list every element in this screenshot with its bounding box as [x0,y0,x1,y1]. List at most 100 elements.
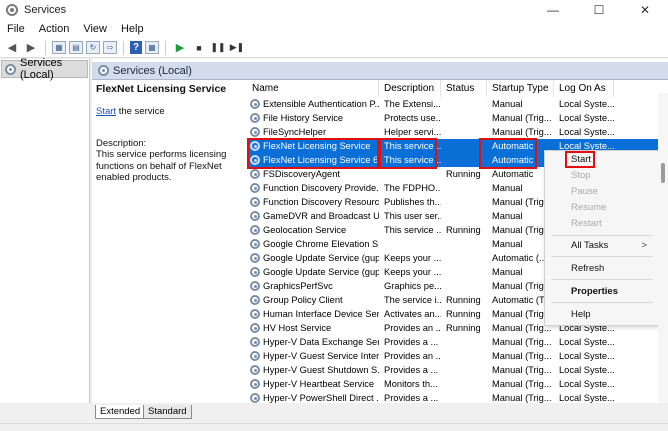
tree-item-label: Services (Local) [20,57,63,81]
back-arrow-icon[interactable]: ◀ [4,40,20,56]
service-gear-icon [250,141,260,151]
cell-text: Activates an... [384,309,441,319]
cell-text: Manual [492,211,523,221]
tab-extended[interactable]: Extended [95,405,146,419]
ctx-refresh[interactable]: Refresh [545,261,659,277]
ctx-help[interactable]: Help [545,307,659,323]
table-row[interactable]: Hyper-V Guest Shutdown S... Provides a ..… [247,363,668,377]
table-row[interactable]: Hyper-V Guest Service Inter... Provides a… [247,349,668,363]
restart-service-icon[interactable]: ▶❚ [229,40,245,56]
cell-text: The Extensi... [384,99,441,109]
cell-name: HV Host Service [247,321,379,335]
cell-name: Hyper-V Guest Service Inter... [247,349,379,363]
cell-text: Local Syste... [559,393,614,403]
cell-status [441,279,487,293]
cell-name: Google Chrome Elevation S... [247,237,379,251]
start-service-icon[interactable]: ▶ [172,40,188,56]
cell-startup-type: Manual (Trig... [487,391,554,403]
cell-log-on-as: Local Syste... [554,125,614,139]
ctx-all-tasks-label: All Tasks [571,240,609,251]
show-hide-tree-icon[interactable]: ▦ [52,41,66,54]
cell-status [441,335,487,349]
service-gear-icon [250,155,260,165]
service-gear-icon [250,253,260,263]
menu-action[interactable]: Action [32,23,77,35]
toolbar-separator [165,40,166,55]
tab-standard[interactable]: Standard [143,405,192,419]
table-row[interactable]: Hyper-V Data Exchange Ser... Provides a .… [247,335,668,349]
cell-text: Manual [492,99,523,109]
console-tree: Services (Local) [0,57,90,403]
refresh-icon[interactable]: ↻ [86,41,100,54]
scrollbar-thumb[interactable] [661,163,665,183]
cell-text: Local Syste... [559,127,614,137]
cell-startup-type: Manual (Trig... [487,335,554,349]
vertical-scrollbar[interactable] [658,93,668,403]
main-header-title: Services (Local) [113,64,192,77]
cell-text: Publishes th... [384,197,441,207]
table-row[interactable]: Hyper-V PowerShell Direct ... Provides a … [247,391,668,403]
maximize-button[interactable]: ☐ [576,0,622,20]
service-gear-icon [250,295,260,305]
menu-view[interactable]: View [76,23,114,35]
selected-service-name: FlexNet Licensing Service [96,83,227,95]
cell-text: Keeps your ... [384,267,441,277]
cell-status [441,139,487,153]
service-gear-icon [250,239,260,249]
table-row[interactable]: FileSyncHelper Helper servi... Manual (Tri… [247,125,668,139]
cell-status [441,153,487,167]
cell-text: Manual [492,267,523,277]
start-service-link[interactable]: Start [96,106,116,117]
menu-help[interactable]: Help [114,23,151,35]
tree-item-services-local[interactable]: Services (Local) [1,57,88,81]
cell-text: HV Host Service [263,323,332,333]
cell-status [441,97,487,111]
cell-name: Google Update Service (gup... [247,251,379,265]
cell-name: Extensible Authentication P... [247,97,379,111]
minimize-button[interactable]: — [530,0,576,20]
cell-text: File History Service [263,113,344,123]
column-header-label: Name [252,83,279,94]
properties-sheet-icon[interactable]: ▤ [69,41,83,54]
column-header-description[interactable]: Description [379,80,441,97]
column-header-log-on-as[interactable]: Log On As [554,80,614,97]
view-icon[interactable]: ▦ [145,41,159,54]
column-header-startup-type[interactable]: Startup Type [487,80,554,97]
start-action-line: Start the service [96,106,238,117]
cell-text: Function Discovery Resourc... [263,197,379,207]
forward-arrow-icon[interactable]: ▶ [23,40,39,56]
cell-text: Local Syste... [559,365,614,375]
column-header-name[interactable]: Name ^ [247,80,379,97]
export-list-icon[interactable]: ⇨ [103,41,117,54]
cell-name: File History Service [247,111,379,125]
cell-description: This user ser... [379,209,441,223]
cell-text: Manual (Trig... [492,113,552,123]
column-header-label: Status [446,83,475,94]
menu-file[interactable]: File [0,23,32,35]
close-button[interactable]: ✕ [622,0,668,20]
table-row[interactable]: Hyper-V Heartbeat Service Monitors th... M… [247,377,668,391]
cell-description: Activates an... [379,307,441,321]
cell-text: Local Syste... [559,99,614,109]
ctx-properties[interactable]: Properties [545,284,659,300]
ctx-restart: Restart [571,218,602,229]
cell-text: Google Update Service (gup... [263,253,379,263]
cell-name: FlexNet Licensing Service [247,139,379,153]
cell-text: Hyper-V Guest Service Inter... [263,351,379,361]
cell-text: Google Update Service (gup... [263,267,379,277]
cell-text: Manual (Trig... [492,309,552,319]
cell-text: Helper servi... [384,127,441,137]
cell-text: Manual [492,183,523,193]
pause-service-icon[interactable]: ❚❚ [210,40,226,56]
help-icon[interactable]: ? [130,41,142,54]
column-header-status[interactable]: Status [441,80,487,97]
cell-text: Local Syste... [559,113,614,123]
cell-log-on-as: Local Syste... [554,335,614,349]
ctx-all-tasks[interactable]: All Tasks > [545,238,659,254]
service-gear-icon [250,337,260,347]
table-row[interactable]: File History Service Protects use... Manua… [247,111,668,125]
table-row[interactable]: Extensible Authentication P... The Extens… [247,97,668,111]
stop-service-icon[interactable]: ■ [191,40,207,56]
ctx-start[interactable]: Start [545,152,659,168]
column-header-label: Log On As [559,83,606,94]
